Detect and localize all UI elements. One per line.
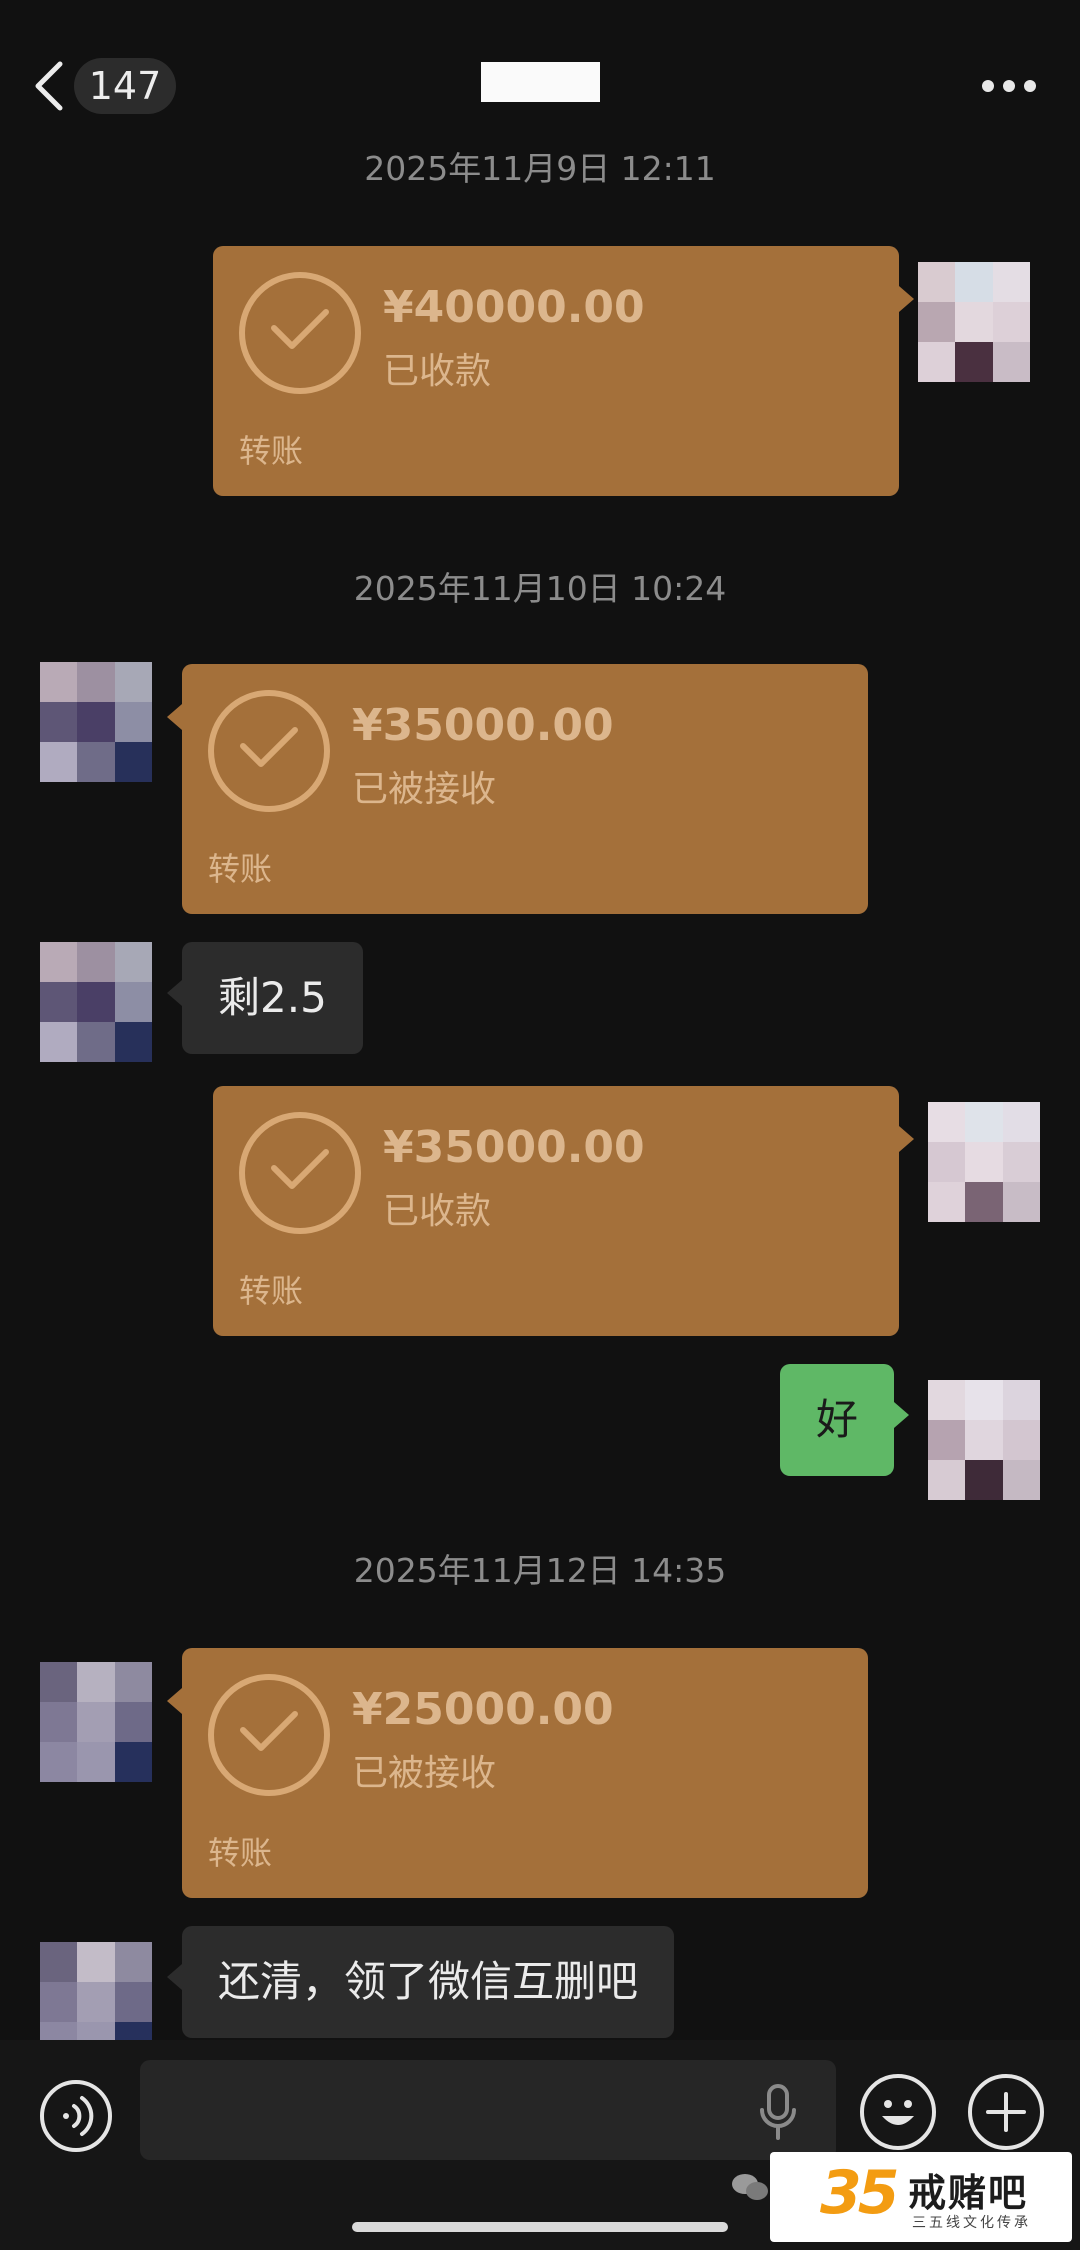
my-avatar[interactable] (928, 1102, 1040, 1222)
home-indicator (352, 2222, 728, 2232)
watermark-subtitle: 三五线文化传承 (912, 2215, 1031, 2231)
back-chevron-icon[interactable] (30, 58, 70, 114)
transfer-status: 已收款 (383, 351, 492, 392)
emoji-icon[interactable] (860, 2074, 936, 2150)
message-input[interactable] (140, 2060, 836, 2160)
check-icon (208, 690, 330, 812)
unread-count-badge[interactable]: 147 (74, 58, 176, 114)
message-bubble[interactable]: 好 (780, 1364, 910, 1476)
message-bubble[interactable]: 还清，领了微信互删吧 (167, 1926, 675, 2038)
message-bubble[interactable]: 剩2.5 (167, 942, 363, 1054)
transfer-amount: ¥35000.00 (383, 1122, 645, 1173)
transfer-amount: ¥35000.00 (352, 700, 614, 751)
contact-avatar[interactable] (40, 1662, 152, 1782)
transfer-label: 转账 (208, 1834, 273, 1872)
timestamp: 2025年11月9日 12:11 (364, 149, 716, 188)
microphone-icon[interactable] (758, 2084, 798, 2140)
transfer-label: 转账 (239, 1272, 304, 1310)
timestamp: 2025年11月10日 10:24 (353, 569, 727, 608)
transfer-card[interactable]: ¥25000.00 已被接收 转账 (167, 1648, 868, 1898)
transfer-status: 已被接收 (352, 769, 497, 810)
message-text: 还清，领了微信互删吧 (218, 1957, 639, 2006)
check-icon (239, 272, 361, 394)
transfer-card[interactable]: ¥40000.00 已收款 转账 (213, 246, 914, 496)
contact-avatar[interactable] (40, 662, 152, 782)
timestamp: 2025年11月12日 14:35 (353, 1551, 727, 1590)
contact-avatar[interactable] (40, 942, 152, 1062)
watermark-brand: 戒赌吧 (908, 2171, 1029, 2215)
watermark-logo: 35 戒赌吧 三五线文化传承 (770, 2152, 1072, 2242)
transfer-status: 已被接收 (352, 1753, 497, 1794)
transfer-card[interactable]: ¥35000.00 已收款 转账 (213, 1086, 914, 1336)
transfer-amount: ¥40000.00 (383, 282, 645, 333)
more-options-icon[interactable] (982, 80, 1036, 94)
voice-icon[interactable] (40, 2080, 112, 2152)
check-icon (208, 1674, 330, 1796)
wechat-icon (732, 2174, 768, 2200)
chat-title-redacted (481, 62, 600, 102)
plus-icon[interactable] (968, 2074, 1044, 2150)
my-avatar[interactable] (918, 262, 1030, 382)
transfer-amount: ¥25000.00 (352, 1684, 614, 1735)
transfer-label: 转账 (239, 432, 304, 470)
message-text: 好 (816, 1395, 859, 1444)
check-icon (239, 1112, 361, 1234)
watermark-number: 35 (820, 2158, 899, 2228)
my-avatar[interactable] (928, 1380, 1040, 1500)
transfer-label: 转账 (208, 850, 273, 888)
transfer-card[interactable]: ¥35000.00 已被接收 转账 (167, 664, 868, 914)
transfer-status: 已收款 (383, 1191, 492, 1232)
message-text: 剩2.5 (218, 973, 327, 1022)
